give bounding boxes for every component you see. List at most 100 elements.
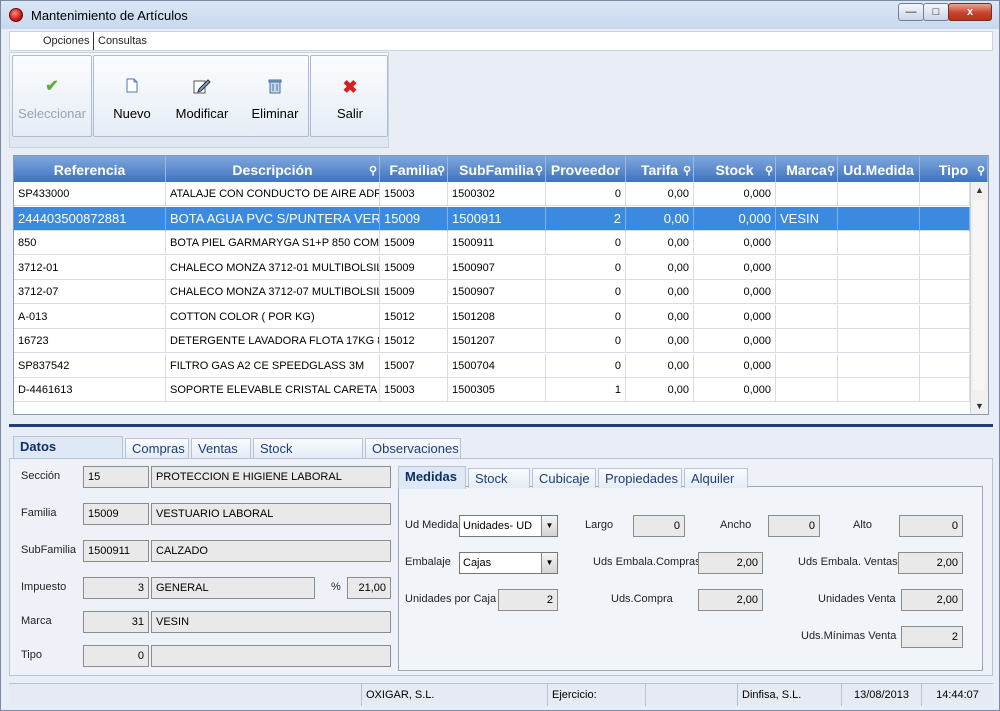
uds-emb-compras-label: Uds Embala.Compras xyxy=(593,556,701,568)
ancho-field[interactable]: 0 xyxy=(768,515,820,537)
column-header-familia[interactable]: Familia ⚲ xyxy=(380,156,448,182)
scroll-thumb[interactable] xyxy=(973,200,985,390)
exit-button-label: Salir xyxy=(336,106,363,121)
menu-consultas[interactable]: Consultas xyxy=(98,35,147,47)
unidades-caja-field[interactable]: 2 xyxy=(498,589,558,611)
tab-stock[interactable]: Stock xyxy=(468,468,530,488)
familia-code-field[interactable]: 15009 xyxy=(83,503,149,525)
cell-referencia: 3712-07 xyxy=(14,280,166,304)
scroll-up-icon[interactable]: ▲ xyxy=(971,182,988,198)
column-header-subfamilia[interactable]: SubFamilia ⚲ xyxy=(448,156,546,182)
column-header-stock[interactable]: Stock ⚲ xyxy=(694,156,776,182)
uds-minimas-venta-field[interactable]: 2 xyxy=(901,626,963,648)
search-icon[interactable]: ⚲ xyxy=(437,157,445,185)
tipo-code-field[interactable]: 0 xyxy=(83,645,149,667)
subfamilia-code-field[interactable]: 1500911 xyxy=(83,540,149,562)
cell-subfamilia: 1500907 xyxy=(448,255,546,280)
search-icon[interactable]: ⚲ xyxy=(827,157,835,185)
vertical-scrollbar[interactable]: ▲ ▼ xyxy=(970,182,988,414)
cell-familia: 15012 xyxy=(380,304,448,329)
cell-ud-medida xyxy=(838,304,920,329)
search-icon[interactable]: ⚲ xyxy=(765,157,773,185)
table-row[interactable]: A-013 COTTON COLOR ( POR KG) 15012 1501208 0… xyxy=(14,304,970,329)
exit-button[interactable]: ✖ Salir xyxy=(317,78,383,121)
familia-label: Familia xyxy=(21,507,57,519)
cell-stock: 0,000 xyxy=(694,206,776,231)
cell-subfamilia: 1500305 xyxy=(448,378,546,402)
ud-medida-select[interactable]: Unidades- UD ▼ xyxy=(459,515,558,537)
percent-field[interactable]: 21,00 xyxy=(347,577,391,599)
column-header-marca[interactable]: Marca ⚲ xyxy=(776,156,838,182)
cell-tarifa: 0,00 xyxy=(626,353,694,378)
column-header-referencia[interactable]: Referencia xyxy=(14,156,166,182)
search-icon[interactable]: ⚲ xyxy=(535,157,543,185)
toolbar-group-select: ✔ Seleccionar xyxy=(12,55,92,137)
marca-name-field[interactable]: VESIN xyxy=(151,611,391,633)
cell-ud-medida xyxy=(838,255,920,280)
column-header-tipo[interactable]: Tipo ⚲ xyxy=(920,156,988,182)
modify-button[interactable]: Modificar xyxy=(166,78,238,121)
uds-emb-compras-field[interactable]: 2,00 xyxy=(698,552,763,574)
largo-field[interactable]: 0 xyxy=(633,515,685,537)
column-header-ud-medida[interactable]: Ud.Medida xyxy=(838,156,920,182)
cell-referencia: D-4461613 xyxy=(14,378,166,402)
close-window-button[interactable]: x xyxy=(948,3,992,21)
seccion-name-field[interactable]: PROTECCION E HIGIENE LABORAL xyxy=(151,466,391,488)
tipo-name-field[interactable] xyxy=(151,645,391,667)
subfamilia-name-field[interactable]: CALZADO xyxy=(151,540,391,562)
menu-opciones[interactable]: Opciones xyxy=(43,35,89,47)
embalaje-label: Embalaje xyxy=(405,556,451,568)
minimize-button[interactable]: — xyxy=(898,3,924,21)
table-row[interactable]: 850 BOTA PIEL GARMARYGA S1+P 850 COMF.49 1… xyxy=(14,231,970,255)
tab-observaciones[interactable]: Observaciones xyxy=(365,438,461,458)
table-row[interactable]: SP837542 FILTRO GAS A2 CE SPEEDGLASS 3M 15… xyxy=(14,353,970,378)
status-company: OXIGAR, S.L. xyxy=(361,684,547,706)
tab-stock-almacenes[interactable]: Stock Almacenes xyxy=(253,438,363,476)
tab-medidas[interactable]: Medidas xyxy=(398,466,466,489)
impuesto-code-field[interactable]: 3 xyxy=(83,577,149,599)
tab-datos-generales[interactable]: Datos Generales xyxy=(13,436,123,474)
column-header-tarifa[interactable]: Tarifa ⚲ xyxy=(626,156,694,182)
search-icon[interactable]: ⚲ xyxy=(369,157,377,185)
cell-familia: 15009 xyxy=(380,280,448,304)
tab-cubicaje[interactable]: Cubicaje xyxy=(532,468,596,488)
title-bar: Mantenimiento de Artículos — □ x xyxy=(1,1,999,29)
cell-tipo xyxy=(920,353,970,378)
table-row[interactable]: 3712-01 CHALECO MONZA 3712-01 MULTIBOLSIL… xyxy=(14,255,970,280)
tab-ventas[interactable]: Ventas xyxy=(191,438,251,458)
impuesto-name-field[interactable]: GENERAL xyxy=(151,577,315,599)
cell-ud-medida xyxy=(838,329,920,353)
uds-compra-field[interactable]: 2,00 xyxy=(698,589,763,611)
window-title: Mantenimiento de Artículos xyxy=(31,8,188,23)
scroll-down-icon[interactable]: ▼ xyxy=(971,398,988,414)
table-row[interactable]: SP433000 ATALAJE CON CONDUCTO DE AIRE ADF… xyxy=(14,182,970,206)
select-button[interactable]: ✔ Seleccionar xyxy=(17,78,87,121)
cell-familia: 15009 xyxy=(380,255,448,280)
uds-emb-ventas-field[interactable]: 2,00 xyxy=(898,552,963,574)
unidades-venta-field[interactable]: 2,00 xyxy=(901,589,963,611)
column-header-descripcion[interactable]: Descripción ⚲ xyxy=(166,156,380,182)
alto-field[interactable]: 0 xyxy=(899,515,963,537)
search-icon[interactable]: ⚲ xyxy=(977,157,985,185)
embalaje-select[interactable]: Cajas ▼ xyxy=(459,552,558,574)
table-row[interactable]: 3712-07 CHALECO MONZA 3712-07 MULTIBOLSIL… xyxy=(14,280,970,304)
table-row[interactable]: 16723 DETERGENTE LAVADORA FLOTA 17KG 8062… xyxy=(14,329,970,353)
table-row[interactable]: 244403500872881 BOTA AGUA PVC S/PUNTERA V… xyxy=(14,206,970,231)
tab-propiedades[interactable]: Propiedades xyxy=(598,468,682,488)
familia-name-field[interactable]: VESTUARIO LABORAL xyxy=(151,503,391,525)
tab-alquiler[interactable]: Alquiler xyxy=(684,468,748,488)
new-button[interactable]: Nuevo xyxy=(104,78,160,121)
search-icon[interactable]: ⚲ xyxy=(683,157,691,185)
unidades-caja-label: Unidades por Caja xyxy=(405,593,497,605)
maximize-icon: □ xyxy=(932,6,940,18)
table-row[interactable]: D-4461613 SOPORTE ELEVABLE CRISTAL CARETA… xyxy=(14,378,970,402)
impuesto-label: Impuesto xyxy=(21,581,67,593)
cell-familia: 15007 xyxy=(380,353,448,378)
tab-compras[interactable]: Compras xyxy=(125,438,189,458)
maximize-button[interactable]: □ xyxy=(923,3,949,21)
column-header-proveedor[interactable]: Proveedor xyxy=(546,156,626,182)
seccion-code-field[interactable]: 15 xyxy=(83,466,149,488)
main-window: Mantenimiento de Artículos — □ x Opcione… xyxy=(0,0,1000,711)
marca-code-field[interactable]: 31 xyxy=(83,611,149,633)
delete-button[interactable]: Eliminar xyxy=(242,78,308,121)
